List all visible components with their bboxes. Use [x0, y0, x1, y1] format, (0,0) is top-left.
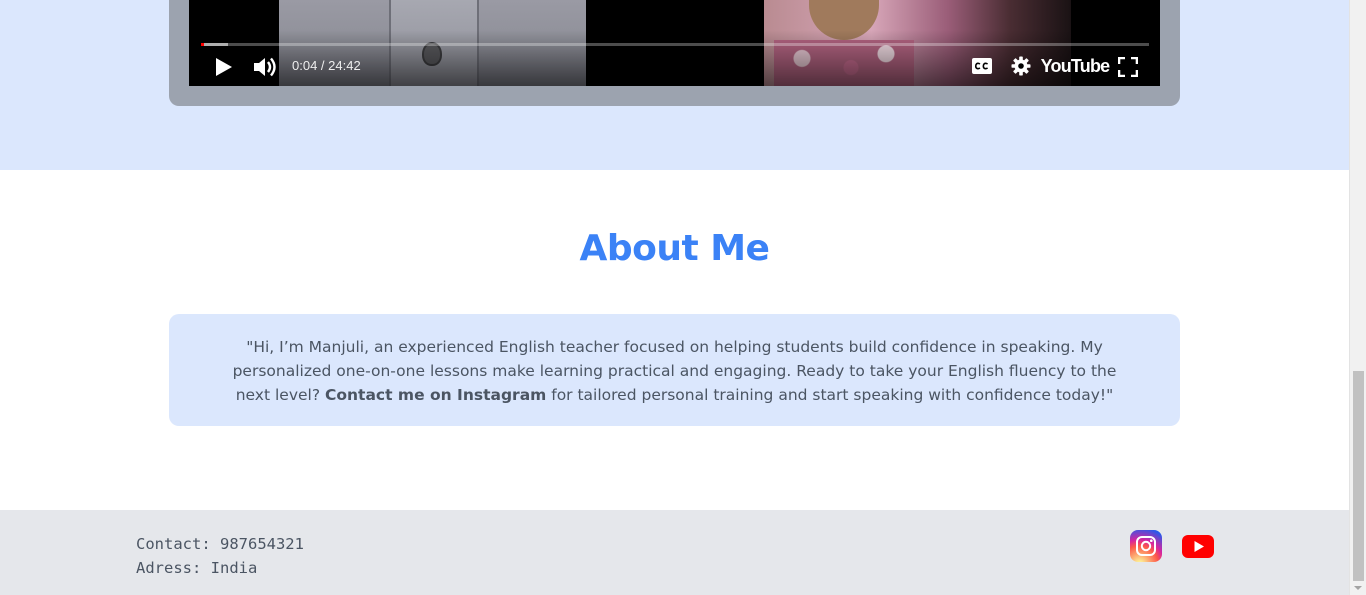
about-card: "Hi, I’m Manjuli, an experienced English… [169, 314, 1180, 426]
video-progress-fill [201, 43, 204, 46]
page-scrollbar[interactable] [1349, 0, 1366, 595]
about-paragraph: "Hi, I’m Manjuli, an experienced English… [217, 335, 1132, 407]
volume-icon [254, 57, 276, 77]
footer-contact: Contact: 987654321 [136, 535, 304, 553]
instagram-link[interactable] [1130, 530, 1162, 562]
youtube-link[interactable] [1182, 534, 1214, 558]
play-icon [216, 58, 232, 76]
footer-address: Adress: India [136, 559, 258, 577]
scroll-down-arrow-icon[interactable] [1354, 586, 1362, 590]
settings-button[interactable] [1008, 53, 1034, 79]
youtube-video-player[interactable]: 0:04 / 24:42 YouTube [189, 0, 1160, 86]
footer-contact-block: Contact: 987654321 Adress: India [136, 532, 304, 580]
youtube-logo-link[interactable]: YouTube [1041, 54, 1111, 78]
about-text-outro: for tailored personal training and start… [546, 386, 1114, 404]
youtube-icon [1182, 534, 1214, 558]
instagram-contact-callout: Contact me on Instagram [325, 386, 547, 404]
footer: Contact: 987654321 Adress: India [0, 510, 1349, 595]
about-title: About Me [579, 228, 770, 269]
fullscreen-button[interactable] [1115, 54, 1141, 80]
fullscreen-icon [1118, 57, 1138, 77]
scrollbar-thumb[interactable] [1353, 371, 1364, 581]
video-buffer-bar [201, 43, 228, 46]
about-section: About Me "Hi, I’m Manjuli, an experience… [0, 170, 1349, 510]
play-button[interactable] [211, 54, 237, 80]
page: 0:04 / 24:42 YouTube About Me "Hi, I’m M… [0, 0, 1349, 595]
subtitles-button[interactable] [969, 54, 995, 78]
closed-captions-icon [972, 58, 992, 74]
video-progress-bar[interactable] [201, 43, 1149, 46]
video-section: 0:04 / 24:42 YouTube [0, 0, 1349, 170]
mute-button[interactable] [251, 54, 279, 80]
settings-gear-icon [1011, 56, 1031, 76]
instagram-icon [1136, 536, 1156, 556]
video-time-display: 0:04 / 24:42 [292, 58, 361, 73]
